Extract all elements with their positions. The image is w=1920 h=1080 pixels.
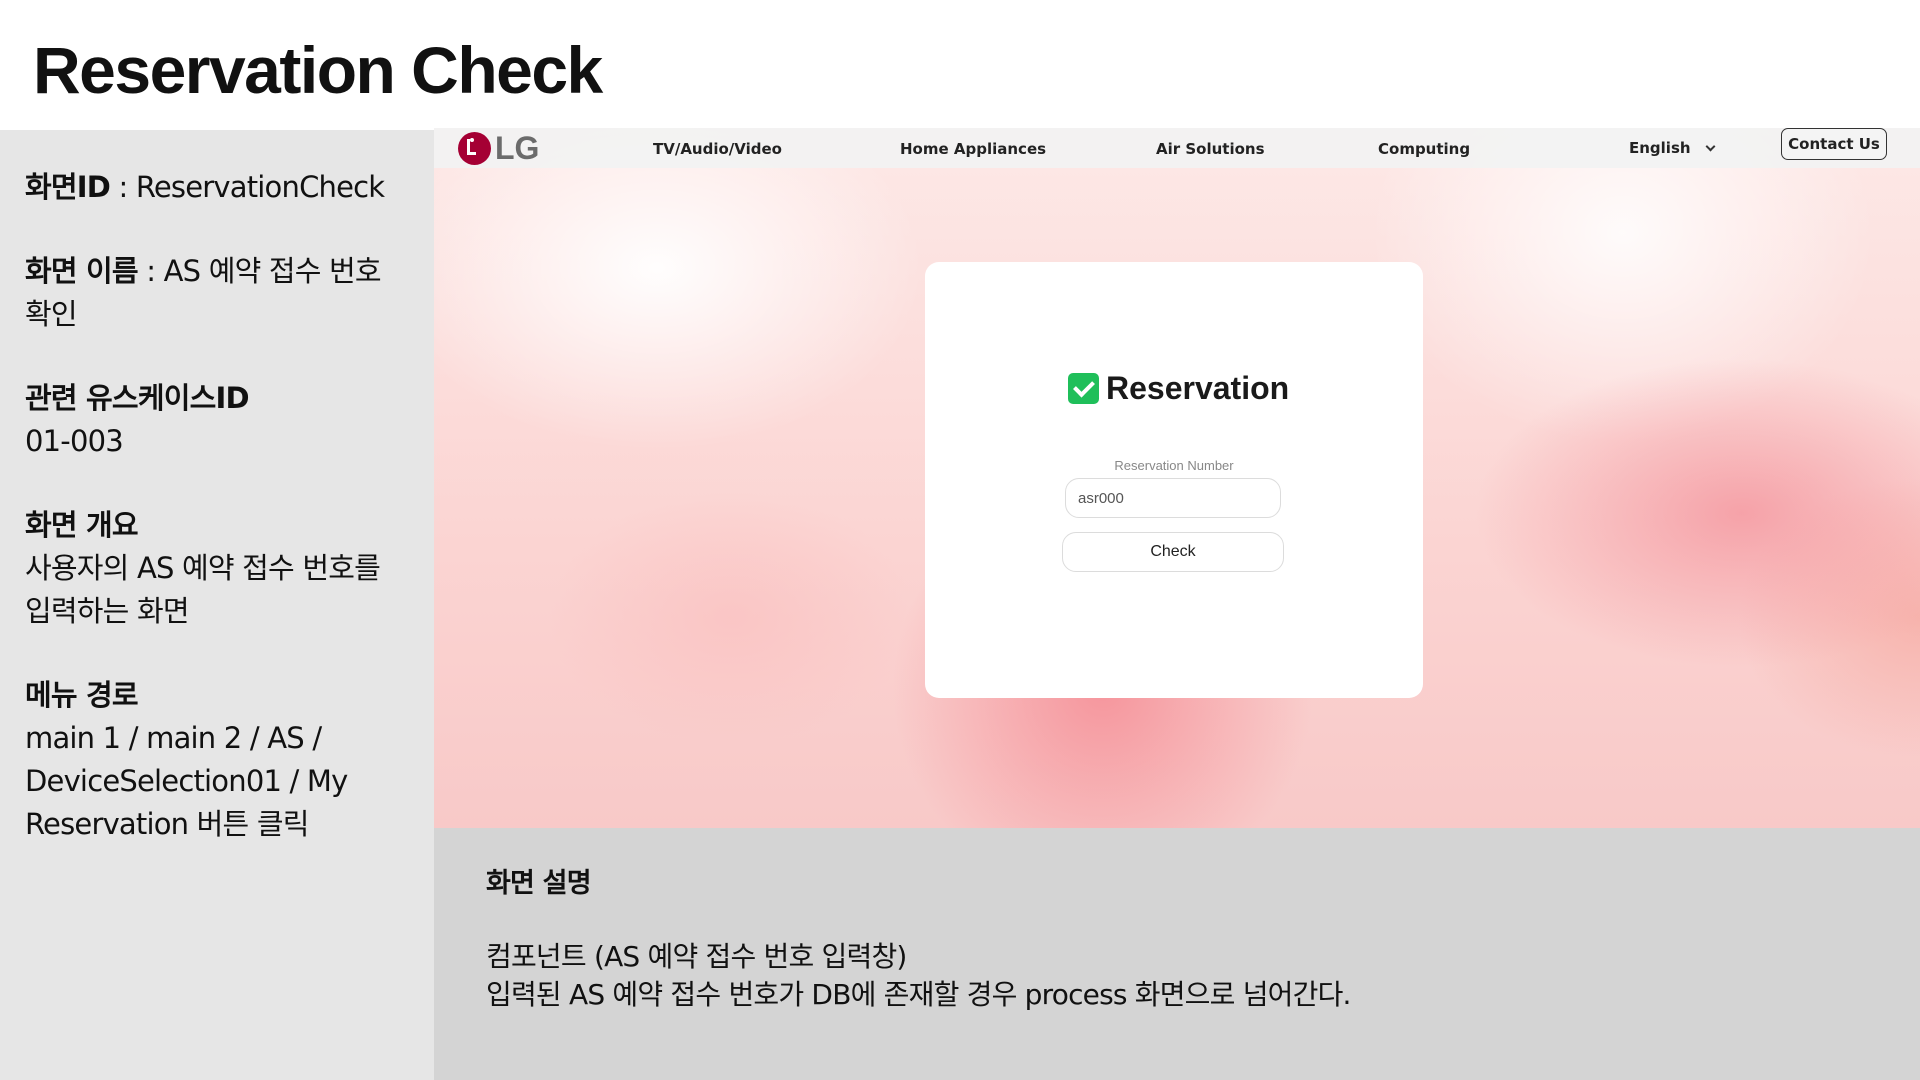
check-button[interactable]: Check xyxy=(1062,532,1284,572)
reservation-number-label: Reservation Number xyxy=(1114,458,1234,473)
screen-id-value: : ReservationCheck xyxy=(110,170,385,204)
screen-description-panel: 화면 설명 컴포넌트 (AS 예약 접수 번호 입력창) 입력된 AS 예약 접… xyxy=(434,828,1920,1080)
usecase-label: 관련 유스케이스ID xyxy=(25,381,250,415)
usecase-value: 01-003 xyxy=(25,424,124,458)
description-line-2: 입력된 AS 예약 접수 번호가 DB에 존재할 경우 process 화면으로… xyxy=(486,978,1351,1011)
screen-id-label: 화면ID xyxy=(25,170,111,204)
slide-title: Reservation Check xyxy=(33,33,603,107)
overview-label: 화면 개요 xyxy=(25,508,139,542)
description-title: 화면 설명 xyxy=(486,868,592,899)
menu-path-block: 메뉴 경로 main 1 / main 2 / AS / DeviceSelec… xyxy=(25,674,410,846)
usecase-block: 관련 유스케이스ID 01-003 xyxy=(25,377,410,463)
overview-block: 화면 개요 사용자의 AS 예약 접수 번호를 입력하는 화면 xyxy=(25,504,410,633)
lg-face-icon xyxy=(458,131,491,165)
nav-air-solutions[interactable]: Air Solutions xyxy=(1156,140,1265,158)
lg-logo-text: LG xyxy=(495,129,540,166)
card-title: Reservation xyxy=(1106,370,1290,406)
language-select[interactable]: English xyxy=(1629,139,1716,157)
language-label: English xyxy=(1629,139,1691,157)
reservation-number-input[interactable] xyxy=(1065,478,1281,518)
card-header: Reservation xyxy=(1068,370,1289,407)
nav-home-appliances[interactable]: Home Appliances xyxy=(900,140,1046,158)
screen-id-block: 화면ID : ReservationCheck xyxy=(25,166,410,209)
app-screenshot: LG TV/Audio/Video Home Appliances Air So… xyxy=(434,128,1920,828)
menu-path-value: main 1 / main 2 / AS / DeviceSelection01… xyxy=(25,721,348,841)
screen-name-block: 화면 이름 : AS 예약 접수 번호 확인 xyxy=(25,250,410,336)
contact-us-button[interactable]: Contact Us xyxy=(1781,128,1887,160)
overview-value: 사용자의 AS 예약 접수 번호를 입력하는 화면 xyxy=(25,551,381,628)
screen-name-label: 화면 이름 xyxy=(25,254,139,288)
screen-meta-panel: 화면ID : ReservationCheck 화면 이름 : AS 예약 접수… xyxy=(0,130,434,1080)
checkbox-check-icon xyxy=(1068,373,1099,404)
lg-logo[interactable]: LG xyxy=(458,129,540,166)
nav-computing[interactable]: Computing xyxy=(1378,140,1470,158)
site-header: LG TV/Audio/Video Home Appliances Air So… xyxy=(434,128,1920,168)
nav-tv-audio-video[interactable]: TV/Audio/Video xyxy=(653,140,782,158)
chevron-down-icon xyxy=(1705,141,1716,151)
description-line-1: 컴포넌트 (AS 예약 접수 번호 입력창) xyxy=(486,940,907,973)
menu-path-label: 메뉴 경로 xyxy=(25,678,139,712)
reservation-card: Reservation Reservation Number Check xyxy=(925,262,1423,698)
